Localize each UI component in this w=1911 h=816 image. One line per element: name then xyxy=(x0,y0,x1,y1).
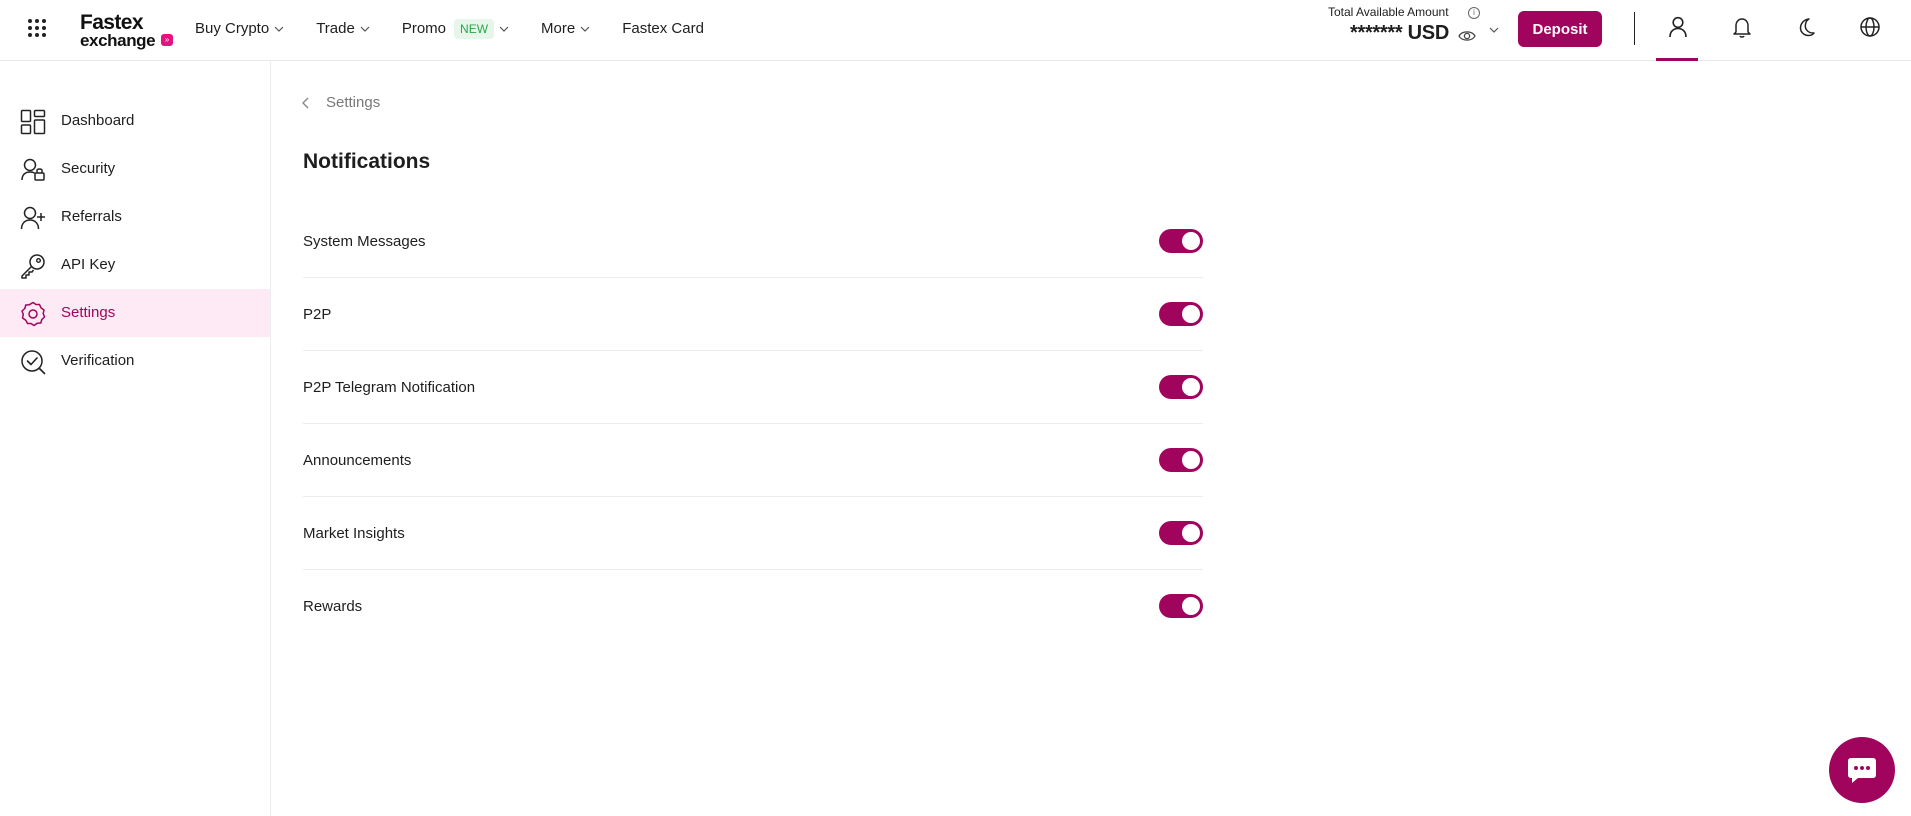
apps-grid-icon[interactable] xyxy=(28,19,50,41)
notification-label: Market Insights xyxy=(303,525,405,542)
notification-row: Rewards xyxy=(303,570,1203,643)
new-badge: NEW xyxy=(454,18,495,39)
nav-trade[interactable]: Trade xyxy=(316,0,370,57)
divider xyxy=(1634,12,1635,45)
fastex-logo[interactable]: Fastex exchange » xyxy=(80,12,176,50)
globe-icon[interactable] xyxy=(1858,14,1882,40)
sidebar-item-label: Settings xyxy=(61,304,116,321)
breadcrumb-label: Settings xyxy=(326,94,381,111)
toggle-knob xyxy=(1182,305,1200,323)
eye-icon[interactable] xyxy=(1458,29,1476,43)
bell-icon[interactable] xyxy=(1730,14,1754,40)
nav-promo[interactable]: Promo NEW xyxy=(402,0,509,57)
notification-row: Announcements xyxy=(303,424,1203,497)
chevron-down-icon xyxy=(274,26,284,32)
notification-row: System Messages xyxy=(303,205,1203,278)
sidebar-item-dashboard[interactable]: Dashboard xyxy=(0,97,270,145)
sidebar-item-label: Verification xyxy=(61,352,135,369)
referrals-icon xyxy=(20,206,45,230)
logo-mark: » xyxy=(161,34,173,46)
chevron-left-icon[interactable] xyxy=(300,96,312,110)
sidebar-item-label: Security xyxy=(61,160,116,177)
chevron-down-icon xyxy=(360,26,370,32)
toggle-knob xyxy=(1182,232,1200,250)
nav-buy-crypto[interactable]: Buy Crypto xyxy=(195,0,284,57)
chat-icon xyxy=(1848,758,1876,783)
nav-fastex-card-label: Fastex Card xyxy=(622,20,704,37)
chevron-down-icon xyxy=(580,26,590,32)
sidebar-item-label: API Key xyxy=(61,256,116,273)
moon-icon[interactable] xyxy=(1794,14,1818,40)
page-title: Notifications xyxy=(303,150,431,173)
nav-buy-crypto-label: Buy Crypto xyxy=(195,20,270,37)
chevron-down-icon xyxy=(499,26,509,32)
main-nav: Buy Crypto Trade Promo NEW More Fastex C… xyxy=(195,0,736,57)
notification-label: System Messages xyxy=(303,233,426,250)
info-icon[interactable]: i xyxy=(1468,7,1480,19)
notification-row: Market Insights xyxy=(303,497,1203,570)
amount-value: ******* USD xyxy=(1350,22,1449,44)
notification-label: P2P xyxy=(303,306,332,323)
sidebar-item-settings[interactable]: Settings xyxy=(0,289,270,337)
toggle-knob xyxy=(1182,451,1200,469)
notification-label: Rewards xyxy=(303,598,363,615)
chevron-down-icon[interactable] xyxy=(1488,24,1500,36)
sidebar-item-verification[interactable]: Verification xyxy=(0,337,270,385)
nav-fastex-card[interactable]: Fastex Card xyxy=(622,0,704,57)
system-messages-toggle[interactable] xyxy=(1159,229,1203,253)
active-tab-indicator xyxy=(1656,58,1698,61)
sidebar-item-label: Referrals xyxy=(61,208,122,225)
key-icon xyxy=(21,254,45,279)
sidebar-item-label: Dashboard xyxy=(61,112,135,129)
sidebar: Dashboard Security Referrals API Key Set… xyxy=(0,61,271,816)
dashboard-icon xyxy=(20,109,46,135)
notification-label: P2P Telegram Notification xyxy=(303,379,476,396)
total-available-amount: Total Available Amount i ******* USD xyxy=(1328,4,1508,52)
notification-row: P2P Telegram Notification xyxy=(303,351,1203,424)
verification-icon xyxy=(21,350,46,375)
market-insights-toggle[interactable] xyxy=(1159,521,1203,545)
p2p-telegram-toggle[interactable] xyxy=(1159,375,1203,399)
rewards-toggle[interactable] xyxy=(1159,594,1203,618)
breadcrumb[interactable]: Settings xyxy=(300,94,380,111)
toggle-knob xyxy=(1182,524,1200,542)
notification-row: P2P xyxy=(303,278,1203,351)
sidebar-item-referrals[interactable]: Referrals xyxy=(0,193,270,241)
p2p-toggle[interactable] xyxy=(1159,302,1203,326)
nav-more[interactable]: More xyxy=(541,0,590,57)
top-navigation-bar: Fastex exchange » Buy Crypto Trade Promo… xyxy=(0,0,1911,61)
deposit-button[interactable]: Deposit xyxy=(1518,11,1602,47)
settings-icon xyxy=(21,301,46,327)
user-icon[interactable] xyxy=(1666,14,1690,40)
logo-line-2: exchange xyxy=(80,31,156,50)
nav-trade-label: Trade xyxy=(316,20,355,37)
notification-label: Announcements xyxy=(303,452,412,469)
amount-label: Total Available Amount xyxy=(1328,5,1449,19)
sidebar-item-security[interactable]: Security xyxy=(0,145,270,193)
toggle-knob xyxy=(1182,378,1200,396)
announcements-toggle[interactable] xyxy=(1159,448,1203,472)
sidebar-item-api-key[interactable]: API Key xyxy=(0,241,270,289)
nav-promo-label: Promo xyxy=(401,20,447,37)
nav-more-label: More xyxy=(541,20,576,37)
toggle-knob xyxy=(1182,597,1200,615)
chat-support-button[interactable] xyxy=(1829,737,1895,803)
security-icon xyxy=(21,158,45,181)
